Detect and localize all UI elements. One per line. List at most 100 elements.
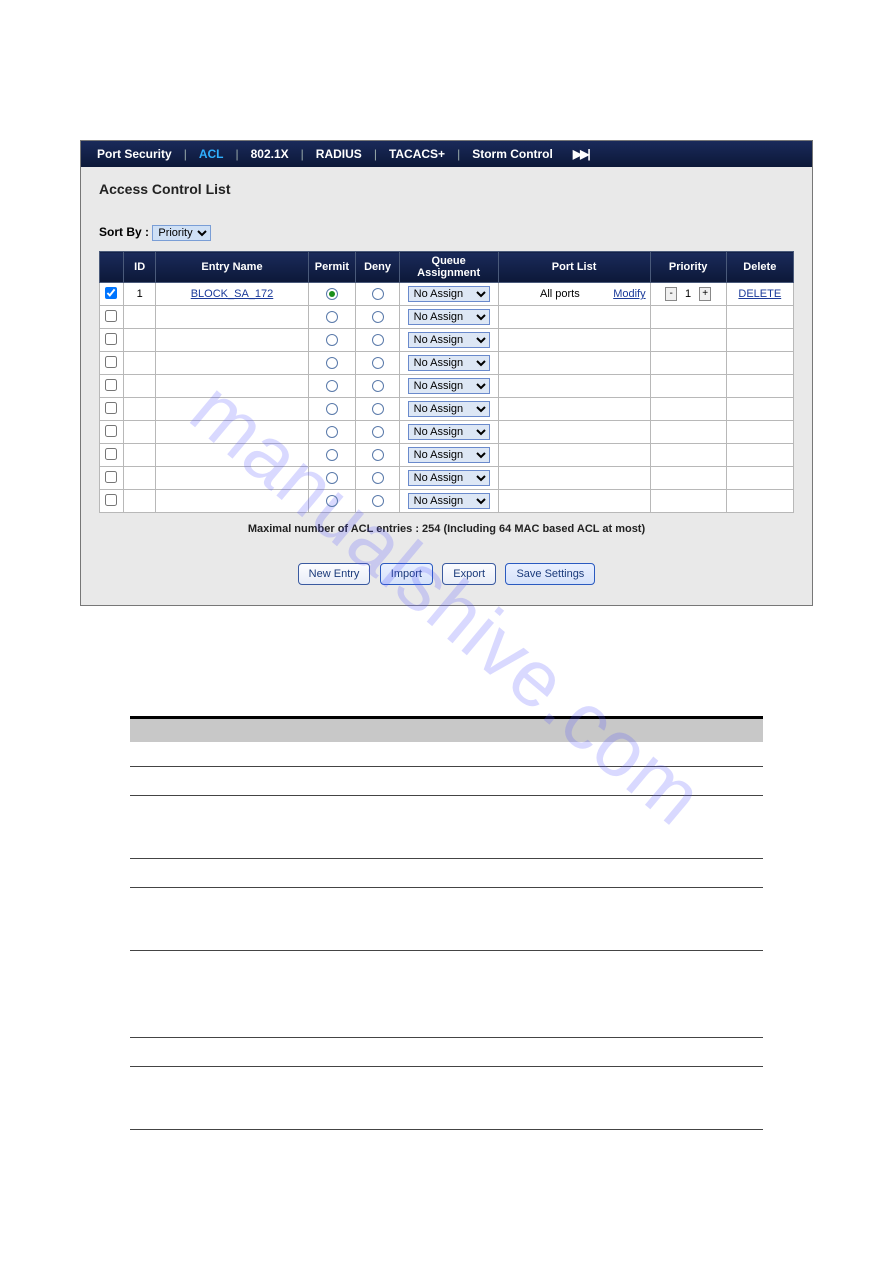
navbar: Port Security | ACL | 802.1X | RADIUS | … (81, 141, 812, 167)
queue-select[interactable]: No Assign (408, 355, 490, 371)
row-id (123, 375, 156, 398)
row-checkbox[interactable] (105, 310, 117, 322)
queue-select[interactable]: No Assign (408, 309, 490, 325)
row-id (123, 421, 156, 444)
modify-link[interactable]: Modify (613, 288, 645, 300)
row-id (123, 306, 156, 329)
queue-select[interactable]: No Assign (408, 424, 490, 440)
table-row: No Assign (100, 421, 794, 444)
port-list-text: All ports (540, 288, 580, 300)
row-id (123, 490, 156, 513)
queue-select[interactable]: No Assign (408, 401, 490, 417)
priority-value: 1 (677, 288, 699, 300)
save-settings-button[interactable]: Save Settings (505, 563, 595, 585)
col-header-check (100, 252, 124, 283)
deny-radio[interactable] (372, 472, 384, 484)
delete-link[interactable]: DELETE (738, 288, 781, 300)
table-row: No Assign (100, 329, 794, 352)
deny-radio[interactable] (372, 380, 384, 392)
col-header-priority: Priority (650, 252, 726, 283)
acl-table: ID Entry Name Permit Deny Queue Assignme… (99, 251, 794, 513)
permit-radio[interactable] (326, 403, 338, 415)
row-checkbox[interactable] (105, 494, 117, 506)
acl-panel: Port Security | ACL | 802.1X | RADIUS | … (80, 140, 813, 606)
row-id (123, 329, 156, 352)
nav-separator: | (368, 147, 383, 161)
deny-radio[interactable] (372, 334, 384, 346)
deny-radio[interactable] (372, 403, 384, 415)
divider (130, 1129, 763, 1130)
col-header-entry: Entry Name (156, 252, 308, 283)
row-checkbox[interactable] (105, 471, 117, 483)
table-row: No Assign (100, 467, 794, 490)
col-header-queue: Queue Assignment (399, 252, 498, 283)
table-row: No Assign (100, 490, 794, 513)
nav-separator: | (230, 147, 245, 161)
queue-select[interactable]: No Assign (408, 332, 490, 348)
permit-radio[interactable] (326, 472, 338, 484)
queue-select[interactable]: No Assign (408, 286, 490, 302)
priority-decrement[interactable]: - (665, 287, 677, 301)
permit-radio[interactable] (326, 426, 338, 438)
entry-name-link[interactable]: BLOCK_SA_172 (191, 288, 274, 300)
table-row: 1BLOCK_SA_172No AssignAll portsModify-1+… (100, 283, 794, 306)
row-checkbox[interactable] (105, 356, 117, 368)
deny-radio[interactable] (372, 288, 384, 300)
table-row: No Assign (100, 375, 794, 398)
col-header-permit: Permit (308, 252, 356, 283)
nav-radius[interactable]: RADIUS (310, 147, 368, 161)
priority-increment[interactable]: + (699, 287, 711, 301)
queue-select[interactable]: No Assign (408, 378, 490, 394)
nav-separator: | (451, 147, 466, 161)
col-header-id: ID (123, 252, 156, 283)
queue-select[interactable]: No Assign (408, 447, 490, 463)
export-button[interactable]: Export (442, 563, 496, 585)
deny-radio[interactable] (372, 449, 384, 461)
permit-radio[interactable] (326, 334, 338, 346)
nav-tacacs[interactable]: TACACS+ (383, 147, 451, 161)
row-id (123, 467, 156, 490)
row-checkbox[interactable] (105, 287, 117, 299)
nav-separator: | (295, 147, 310, 161)
row-id (123, 398, 156, 421)
acl-footnote: Maximal number of ACL entries : 254 (Inc… (99, 523, 794, 535)
nav-storm-control[interactable]: Storm Control (466, 147, 559, 161)
col-header-portlist: Port List (498, 252, 650, 283)
page-title: Access Control List (99, 181, 794, 197)
import-button[interactable]: Import (380, 563, 433, 585)
col-header-delete: Delete (726, 252, 793, 283)
row-id (123, 352, 156, 375)
permit-radio[interactable] (326, 311, 338, 323)
row-checkbox[interactable] (105, 402, 117, 414)
deny-radio[interactable] (372, 426, 384, 438)
row-checkbox[interactable] (105, 379, 117, 391)
row-checkbox[interactable] (105, 425, 117, 437)
doc-header-bar (130, 716, 763, 742)
permit-radio[interactable] (326, 288, 338, 300)
row-checkbox[interactable] (105, 333, 117, 345)
permit-radio[interactable] (326, 357, 338, 369)
permit-radio[interactable] (326, 449, 338, 461)
row-id (123, 444, 156, 467)
col-header-deny: Deny (356, 252, 399, 283)
table-row: No Assign (100, 352, 794, 375)
row-id: 1 (123, 283, 156, 306)
deny-radio[interactable] (372, 495, 384, 507)
new-entry-button[interactable]: New Entry (298, 563, 371, 585)
table-row: No Assign (100, 398, 794, 421)
doc-lines-section (80, 716, 813, 1130)
queue-select[interactable]: No Assign (408, 493, 490, 509)
nav-port-security[interactable]: Port Security (91, 147, 178, 161)
sort-by-select[interactable]: Priority (152, 225, 211, 241)
deny-radio[interactable] (372, 311, 384, 323)
row-checkbox[interactable] (105, 448, 117, 460)
queue-select[interactable]: No Assign (408, 470, 490, 486)
permit-radio[interactable] (326, 380, 338, 392)
nav-8021x[interactable]: 802.1X (245, 147, 295, 161)
deny-radio[interactable] (372, 357, 384, 369)
sort-by-label: Sort By : (99, 225, 149, 239)
table-row: No Assign (100, 444, 794, 467)
nav-acl[interactable]: ACL (193, 147, 230, 161)
permit-radio[interactable] (326, 495, 338, 507)
nav-scroll-right-icon[interactable]: ▶▶| (567, 147, 595, 161)
